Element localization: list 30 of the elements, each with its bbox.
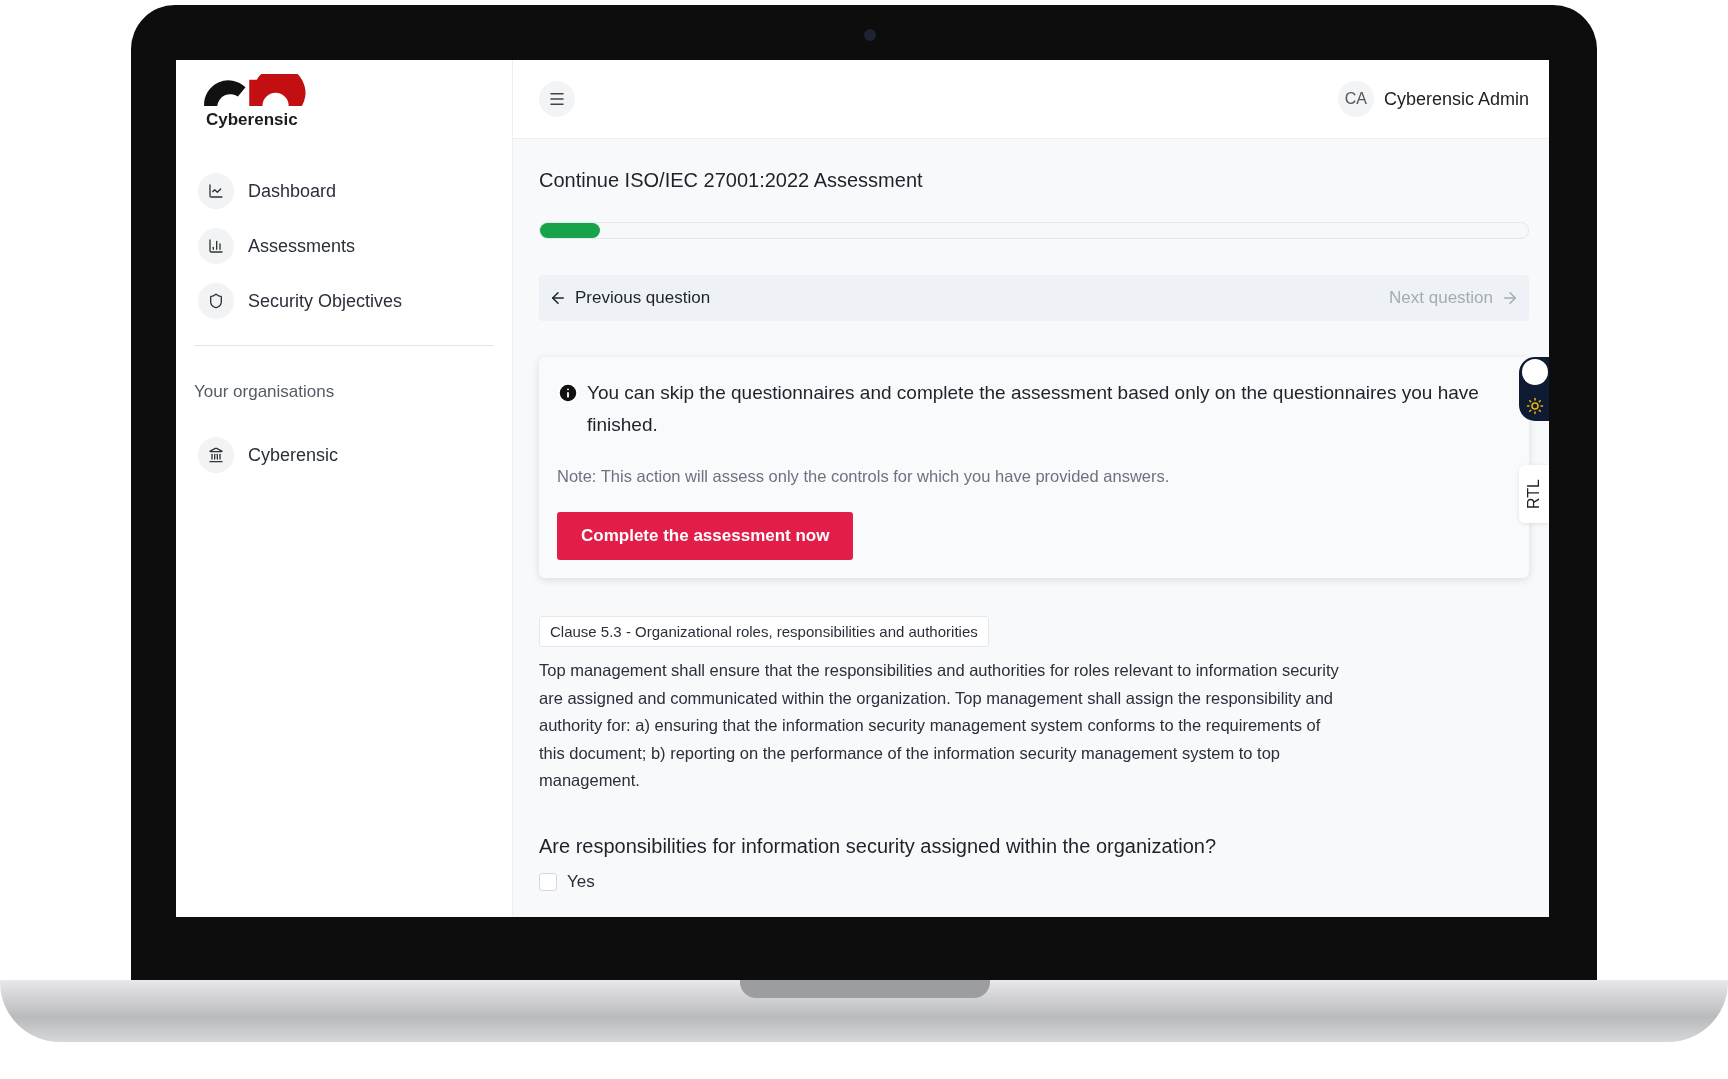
bar-chart-icon (198, 228, 234, 264)
info-icon (557, 382, 579, 404)
arrow-right-icon (1501, 289, 1519, 307)
camera-icon (864, 29, 876, 41)
clause-tag: Clause 5.3 - Organizational roles, responsibilities and authorities (539, 616, 989, 647)
notice-note: Note: This action will assess only the controls for which you have provided answers. (557, 467, 1171, 486)
previous-question-button[interactable]: Previous question (549, 288, 711, 308)
page-title: Continue ISO/IEC 27001:2022 Assessment (539, 169, 924, 192)
checkbox[interactable] (539, 872, 557, 891)
sidebar-item[interactable]: Security Objectives (194, 278, 494, 324)
answer-option[interactable]: Yes (539, 871, 1529, 892)
menu-icon (548, 90, 566, 108)
theme-toggle[interactable] (1519, 357, 1549, 421)
sidebar-item[interactable]: Dashboard (194, 168, 494, 214)
rtl-toggle[interactable]: RTL (1519, 465, 1549, 523)
brand-name: Cyberensic (206, 110, 298, 130)
sidebar-item[interactable]: Assessments (194, 223, 494, 269)
bank-icon (198, 437, 234, 473)
question-text: Are responsibilities for information security assigned within the organization? (539, 834, 1217, 858)
user-avatar[interactable]: CA (1337, 81, 1374, 117)
shield-icon (198, 283, 234, 319)
organisation-item[interactable]: Cyberensic (194, 432, 494, 478)
chart-icon (198, 173, 234, 209)
complete-assessment-button[interactable]: Complete the assessment now (557, 512, 854, 560)
clause-text: Top management shall ensure that the responsibilities and authorities for roles relevant to information security are assigned and communicated within the organization. Top management shall assign the responsibility and authority for: a) ensuring that the information security management system conforms to the requirements of this document; b) reporting on the performance of the information security management system to top management. (539, 660, 1340, 791)
user-name[interactable]: Cyberensic Admin (1383, 88, 1529, 110)
sun-icon (1526, 397, 1544, 415)
section-title: Your organisations (194, 382, 336, 402)
notice-message: You can skip the questionnaires and complete the assessment based only on the questionnaires you have finished. (587, 381, 1480, 437)
menu-button[interactable] (539, 81, 575, 117)
